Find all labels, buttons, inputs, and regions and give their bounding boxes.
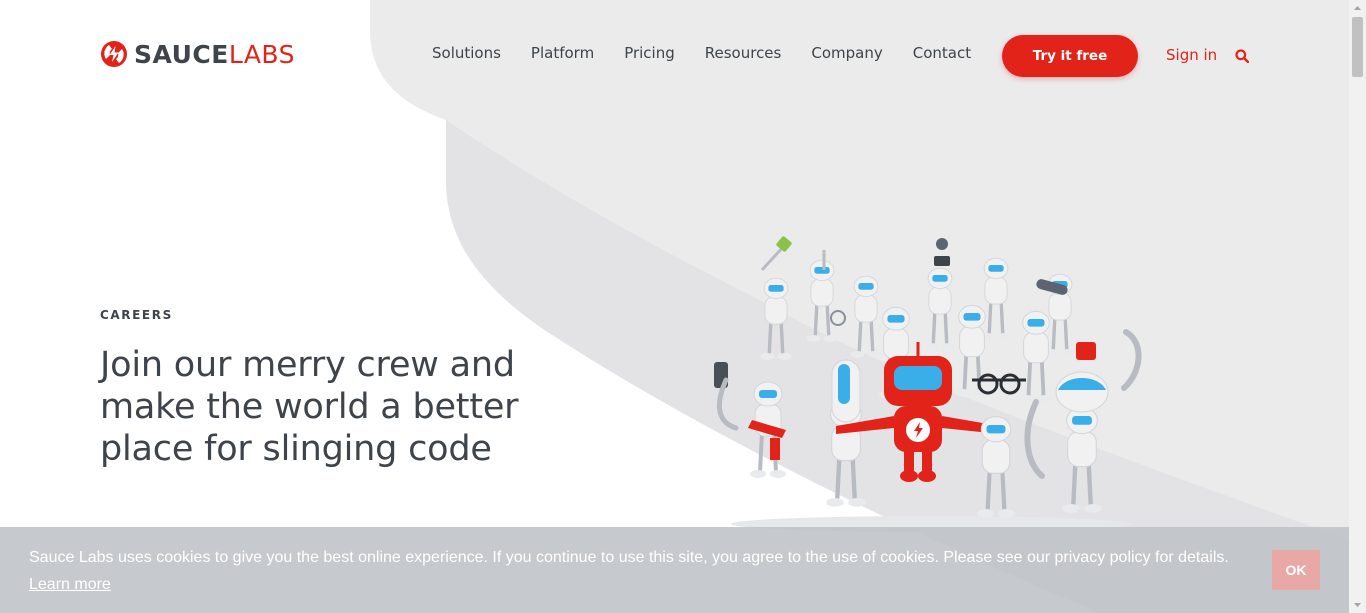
main-nav: Solutions Platform Pricing Resources Com… — [432, 44, 1001, 62]
brand-logo[interactable]: SAUCELABS — [100, 40, 295, 68]
learn-more-link[interactable]: Learn more — [29, 576, 111, 593]
nav-item-platform[interactable]: Platform — [531, 44, 594, 62]
cookie-message-text: Sauce Labs uses cookies to give you the … — [29, 549, 1229, 566]
cookie-ok-button[interactable]: OK — [1272, 550, 1320, 590]
page-scrollbar[interactable] — [1349, 0, 1366, 613]
try-it-free-button[interactable]: Try it free — [1002, 35, 1138, 77]
brand-wordmark: SAUCELABS — [134, 42, 295, 67]
sign-in-link[interactable]: Sign in — [1166, 46, 1217, 64]
nav-item-company[interactable]: Company — [811, 44, 882, 62]
nav-item-resources[interactable]: Resources — [705, 44, 782, 62]
careers-eyebrow: CAREERS — [100, 308, 173, 322]
nav-item-solutions[interactable]: Solutions — [432, 44, 501, 62]
scroll-up-arrow-icon[interactable] — [1349, 0, 1366, 17]
brand-name-part1: SAUCE — [134, 39, 229, 69]
nav-item-pricing[interactable]: Pricing — [624, 44, 675, 62]
hero-headline: Join our merry crew and make the world a… — [100, 345, 519, 469]
brand-name-part2: LABS — [228, 39, 295, 69]
robot-crew-illustration — [714, 236, 1142, 532]
nav-item-contact[interactable]: Contact — [913, 44, 971, 62]
scrollbar-thumb[interactable] — [1352, 17, 1363, 77]
sauce-labs-bolt-icon — [101, 41, 127, 67]
scroll-down-arrow-icon[interactable] — [1349, 596, 1366, 613]
search-icon[interactable] — [1235, 49, 1249, 63]
cookie-banner: Sauce Labs uses cookies to give you the … — [0, 527, 1349, 613]
cookie-message: Sauce Labs uses cookies to give you the … — [29, 544, 1249, 598]
